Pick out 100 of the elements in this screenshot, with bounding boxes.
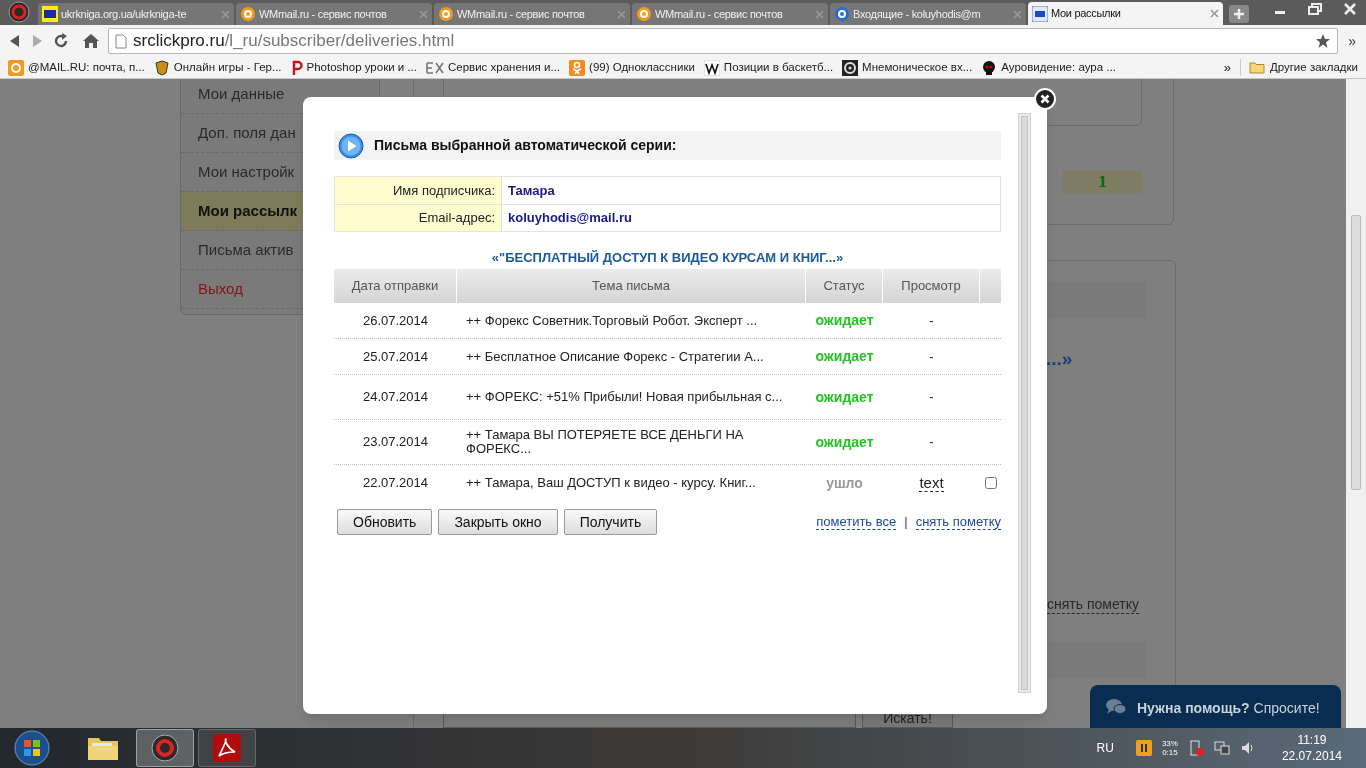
tab-title: Входящие - koluyhodis@m [853, 6, 982, 22]
status-text: ожидает [814, 432, 875, 452]
bookmark[interactable]: (99) Одноклассники [569, 58, 695, 77]
browser-logo-icon[interactable] [6, 1, 32, 23]
new-tab-icon[interactable] [1229, 5, 1249, 23]
taskbar-app-button[interactable] [136, 729, 194, 767]
clock-date[interactable]: 22.07.2014 [1281, 748, 1342, 764]
browser-tab[interactable]: WMmail.ru - сервис почтов [236, 3, 432, 25]
bookmark[interactable]: Photoshop уроки и ... [290, 58, 417, 77]
speaker-icon[interactable] [1239, 740, 1256, 756]
table-cell-text: - [929, 388, 934, 407]
field-value: koluyhodis@mail.ru [507, 209, 633, 228]
tab-title: ukrkniga.org.ua/ukrkniga-te [61, 6, 188, 22]
checkbox[interactable] [984, 477, 997, 489]
chat-label: Нужна помощь? Спросите! [1137, 699, 1320, 718]
bookmark[interactable]: Ауровидение: аура ... [981, 58, 1116, 77]
bookmark-icon [426, 61, 444, 74]
site-icon [42, 6, 58, 22]
tab-title: WMmail.ru - сервис почтов [655, 6, 784, 22]
field-label: Имя подписчика: [335, 177, 502, 204]
chevron-button[interactable]: » [1223, 57, 1231, 78]
table-cell-text: ++ Тамара ВЫ ПОТЕРЯЕТЕ ВСЕ ДЕНЬГИ НА ФОРЕКС... [465, 428, 745, 456]
document-icon [213, 734, 241, 762]
mark-link[interactable]: снять пометку [915, 514, 1001, 530]
table-cell-text: - [929, 347, 934, 366]
folder-icon [1248, 61, 1265, 74]
site-icon [240, 6, 256, 22]
scrollbar[interactable] [1018, 113, 1031, 693]
network-icon[interactable] [1213, 740, 1230, 756]
scrollbar[interactable] [1346, 79, 1366, 728]
column-header[interactable]: Статус [806, 269, 883, 303]
browser-tab[interactable]: ukrkniga.org.ua/ukrkniga-te [38, 3, 234, 25]
column-header[interactable]: Дата отправки [334, 269, 457, 303]
bookmark[interactable]: Онлайн игры - Гер... [153, 58, 282, 77]
page-icon [115, 33, 127, 49]
series-title: «"БЕСПЛАТНЫЙ ДОСТУП К ВИДЕО КУРСАМ И КНИГ...» [490, 249, 845, 267]
bookmark[interactable]: @MAIL.RU: почта, п... [8, 58, 145, 77]
bookmark-icon [981, 59, 998, 76]
browser-logo-icon [151, 734, 179, 762]
address-field[interactable]: srclickpro.ru/l_ru/subscriber/deliveries.html [108, 28, 1339, 54]
star-icon[interactable] [1315, 33, 1332, 49]
table-cell-text: ++ Бесплатное Описание Форекс - Стратегии А... [465, 349, 765, 364]
table-cell-text: 22.07.2014 [361, 474, 430, 493]
table-cell-text: 25.07.2014 [361, 347, 430, 366]
taskbar-app-button[interactable] [198, 729, 256, 767]
field-value: Тамара [507, 181, 556, 200]
language-indicator[interactable]: RU [1096, 739, 1114, 757]
help-chat-button[interactable]: Нужна помощь? Спросите! [1090, 685, 1341, 728]
back-icon[interactable] [8, 34, 22, 48]
table-cell-text: - [929, 433, 934, 452]
field-label: Email-адрес: [335, 205, 502, 231]
menu-chevron[interactable]: » [1346, 30, 1358, 52]
status-text: ушло [825, 473, 864, 493]
restore-icon[interactable] [1308, 3, 1322, 15]
tab-title: WMmail.ru - сервис почтов [457, 6, 586, 22]
tab-title: Мои рассылки [1051, 6, 1122, 22]
bookmark-folder[interactable]: Другие закладки [1239, 58, 1358, 77]
dialog-button[interactable]: Обновить [337, 509, 433, 535]
browser-tab[interactable]: WMmail.ru - сервис почтов [434, 3, 630, 25]
table-cell-text: ++ ФОРЕКС: +51% Прибыли! Новая прибыльная с... [465, 390, 784, 404]
mark-link[interactable]: пометить все [816, 514, 897, 530]
table-cell-text: 26.07.2014 [361, 311, 430, 330]
view-link[interactable]: text [919, 474, 944, 492]
site-icon [438, 6, 454, 22]
url-text: srclickpro.ru/l_ru/subscriber/deliveries.html [133, 30, 455, 53]
column-header[interactable]: Просмотр [883, 269, 980, 303]
site-icon [636, 6, 652, 22]
battery-icon[interactable] [1187, 740, 1204, 756]
bookmark-icon [842, 59, 859, 76]
reload-icon[interactable] [52, 32, 70, 50]
bookmark[interactable]: Сервис хранения и... [426, 58, 561, 77]
table-cell-text: ++ Тамара, Ваш ДОСТУП к видео - курсу. Книг... [465, 476, 757, 490]
browser-tab[interactable]: WMmail.ru - сервис почтов [632, 3, 828, 25]
bookmark[interactable]: Позиции в баскетб... [703, 58, 834, 77]
table-cell-text: 23.07.2014 [361, 433, 430, 452]
pause-icon[interactable] [1135, 740, 1152, 756]
bookmark-icon [153, 59, 170, 76]
battery-time: 0:15 [1162, 748, 1178, 757]
start-button-icon[interactable] [14, 730, 50, 766]
dialog-button[interactable]: Закрыть окно [438, 509, 558, 535]
tab-title: WMmail.ru - сервис почтов [259, 6, 388, 22]
table-cell-text: 24.07.2014 [361, 388, 430, 407]
bookmark-icon [290, 59, 303, 76]
battery-percent: 33% [1161, 739, 1178, 748]
browser-tab[interactable]: Мои рассылки [1028, 2, 1223, 25]
home-icon[interactable] [82, 33, 100, 49]
status-text: ожидает [814, 311, 875, 330]
chat-icon [1105, 698, 1127, 716]
table-cell-text: - [929, 311, 934, 330]
dialog-button[interactable]: Получить [563, 509, 658, 535]
site-icon [1032, 5, 1048, 22]
column-header[interactable]: Тема письма [457, 269, 806, 303]
browser-tab[interactable]: Входящие - koluyhodis@m [830, 3, 1026, 25]
section-heading: ...» [1046, 347, 1073, 371]
clock-time[interactable]: 11:19 [1297, 732, 1327, 748]
status-text: ожидает [814, 347, 875, 366]
link-separator: | [904, 513, 908, 532]
bookmark[interactable]: Мнемоническое вх... [842, 58, 973, 77]
table-cell-text: ++ Форекс Советник.Торговый Робот. Эксперт ... [465, 313, 759, 328]
site-icon [834, 6, 850, 22]
